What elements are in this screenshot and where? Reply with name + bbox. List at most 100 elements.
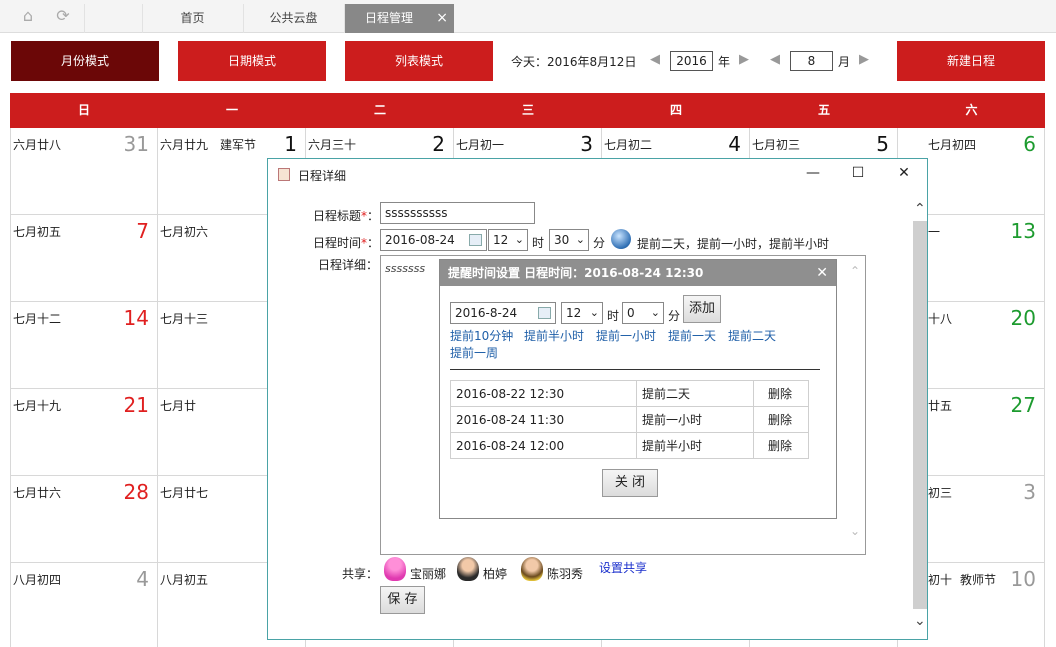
- add-reminder-button[interactable]: 添加: [683, 295, 721, 323]
- chevron-down-icon: ⌄: [514, 233, 524, 246]
- reminder-hour-value: 12: [566, 306, 582, 320]
- textarea-scrollbar[interactable]: ⌃ ⌄: [847, 256, 865, 554]
- day-number: 7: [136, 219, 149, 243]
- year-unit: 年: [718, 55, 731, 69]
- day-number: 10: [1010, 567, 1036, 591]
- day-number: 5: [876, 132, 889, 156]
- lunar-date: 七月初四: [928, 138, 977, 152]
- minute-select[interactable]: 30 ⌄: [549, 229, 589, 251]
- reminder-summary: 提前二天，提前一小时，提前半小时: [637, 237, 830, 251]
- home-icon[interactable]: ⌂: [17, 6, 39, 26]
- calendar-icon[interactable]: [469, 234, 482, 246]
- chevron-down-icon: ⌄: [575, 233, 585, 246]
- lunar-date: 七月初三: [752, 138, 801, 152]
- month-unit: 月: [838, 55, 851, 69]
- reminder-dialog-titlebar[interactable]: 提醒时间设置 日程时间：2016-08-24 12:30 ✕: [440, 260, 836, 286]
- tab-home[interactable]: 首页: [142, 4, 242, 33]
- calendar-day-cell[interactable]: 七月十二 14: [10, 302, 158, 389]
- calendar-day-cell[interactable]: 七月十九 21: [10, 389, 158, 476]
- dialog-titlebar[interactable]: 日程详细 — ☐ ✕: [268, 159, 927, 191]
- reminder-date-input[interactable]: 2016-8-24: [450, 302, 556, 324]
- weekday-wed: 三: [521, 103, 534, 117]
- quick-reminder-link[interactable]: 提前半小时: [524, 327, 584, 344]
- prev-year-icon[interactable]: ◀: [650, 52, 660, 67]
- lunar-date: 七月廿: [160, 399, 197, 413]
- scroll-down-icon[interactable]: ⌄: [914, 613, 926, 629]
- minute-unit: 分: [593, 236, 606, 250]
- share-person-name: 柏婷: [483, 567, 508, 581]
- reminder-minute-select[interactable]: 0 ⌄: [622, 302, 664, 324]
- year-input[interactable]: 2016: [670, 51, 713, 71]
- maximize-icon[interactable]: ☐: [848, 165, 868, 181]
- lunar-date: 十八: [928, 312, 953, 326]
- day-number: 1: [284, 132, 297, 156]
- list-mode-button[interactable]: 列表模式: [345, 41, 493, 81]
- scroll-up-icon[interactable]: ⌃: [850, 264, 860, 278]
- weekday-mon: 一: [225, 103, 238, 117]
- reminder-settings-dialog: 提醒时间设置 日程时间：2016-08-24 12:30 ✕ 2016-8-24…: [439, 259, 837, 519]
- dialog-title: 日程详细: [298, 169, 347, 183]
- reminder-desc: 提前半小时: [636, 432, 754, 459]
- calendar-day-cell[interactable]: 七月初五 7: [10, 215, 158, 302]
- calendar-icon[interactable]: [538, 307, 551, 319]
- lunar-date: 七月十三: [160, 312, 209, 326]
- prev-month-icon[interactable]: ◀: [770, 52, 780, 67]
- hour-unit: 时: [532, 236, 545, 250]
- reminder-time: 2016-08-24 12:00: [450, 432, 637, 459]
- scroll-thumb[interactable]: [913, 221, 927, 609]
- detail-label: 日程详细：: [318, 258, 379, 272]
- next-month-icon[interactable]: ▶: [859, 52, 869, 67]
- reminder-globe-icon[interactable]: [611, 229, 631, 249]
- chevron-down-icon: ⌄: [589, 306, 599, 319]
- lunar-date: 六月廿九: [160, 138, 209, 152]
- close-icon[interactable]: ✕: [894, 165, 914, 181]
- calendar-day-cell[interactable]: 六月廿八 31: [10, 128, 158, 215]
- weekday-header: 日 一 二 三 四 五 六: [10, 93, 1045, 128]
- month-mode-button[interactable]: 月份模式: [11, 41, 159, 81]
- day-number: 14: [123, 306, 149, 330]
- refresh-icon[interactable]: ⟳: [52, 6, 74, 26]
- reminder-hour-select[interactable]: 12 ⌄: [561, 302, 603, 324]
- lunar-date: 八月初五: [160, 573, 209, 587]
- lunar-date: 初十: [928, 573, 953, 587]
- dialog-scrollbar[interactable]: ⌃ ⌄: [911, 201, 929, 633]
- quick-reminder-link[interactable]: 提前一周: [450, 344, 498, 361]
- tab-schedule[interactable]: 日程管理 ×: [344, 4, 454, 33]
- close-reminder-button[interactable]: 关 闭: [602, 469, 658, 497]
- scroll-up-icon[interactable]: ⌃: [914, 201, 926, 217]
- lunar-date: 七月廿六: [13, 486, 62, 500]
- reminder-desc: 提前一小时: [636, 406, 754, 433]
- hour-select[interactable]: 12 ⌄: [488, 229, 528, 251]
- tab-public-cloud[interactable]: 公共云盘: [243, 4, 343, 33]
- hour-value: 12: [493, 233, 509, 247]
- avatar-icon: [457, 557, 479, 581]
- quick-reminder-link[interactable]: 提前一小时: [596, 327, 656, 344]
- day-number: 4: [136, 567, 149, 591]
- delete-reminder-link[interactable]: 删除: [753, 406, 809, 433]
- next-year-icon[interactable]: ▶: [739, 52, 749, 67]
- quick-reminder-link[interactable]: 提前一天: [668, 327, 716, 344]
- day-number: 31: [123, 132, 149, 156]
- calendar-day-cell[interactable]: 七月廿六 28: [10, 476, 158, 563]
- date-mode-button[interactable]: 日期模式: [178, 41, 326, 81]
- delete-reminder-link[interactable]: 删除: [753, 432, 809, 459]
- month-input[interactable]: 8: [790, 51, 833, 71]
- minimize-icon[interactable]: —: [803, 165, 823, 181]
- delete-reminder-link[interactable]: 删除: [753, 380, 809, 407]
- new-schedule-button[interactable]: 新建日程: [897, 41, 1045, 81]
- day-number: 2: [432, 132, 445, 156]
- save-button[interactable]: 保 存: [380, 586, 425, 614]
- quick-reminder-link[interactable]: 提前10分钟: [450, 327, 513, 344]
- title-input[interactable]: ssssssssss: [380, 202, 535, 224]
- lunar-date: 廿五: [928, 399, 953, 413]
- set-share-link[interactable]: 设置共享: [599, 559, 647, 576]
- close-tab-icon[interactable]: ×: [436, 4, 448, 32]
- lunar-date: 七月初二: [604, 138, 653, 152]
- quick-reminder-link[interactable]: 提前二天: [728, 327, 776, 344]
- calendar-day-cell[interactable]: 八月初四 4: [10, 563, 158, 647]
- tab-divider: [84, 4, 112, 33]
- scroll-down-icon[interactable]: ⌄: [850, 524, 860, 538]
- date-picker-input[interactable]: 2016-08-24: [380, 229, 487, 251]
- lunar-date: 八月初四: [13, 573, 62, 587]
- close-icon[interactable]: ✕: [816, 260, 828, 286]
